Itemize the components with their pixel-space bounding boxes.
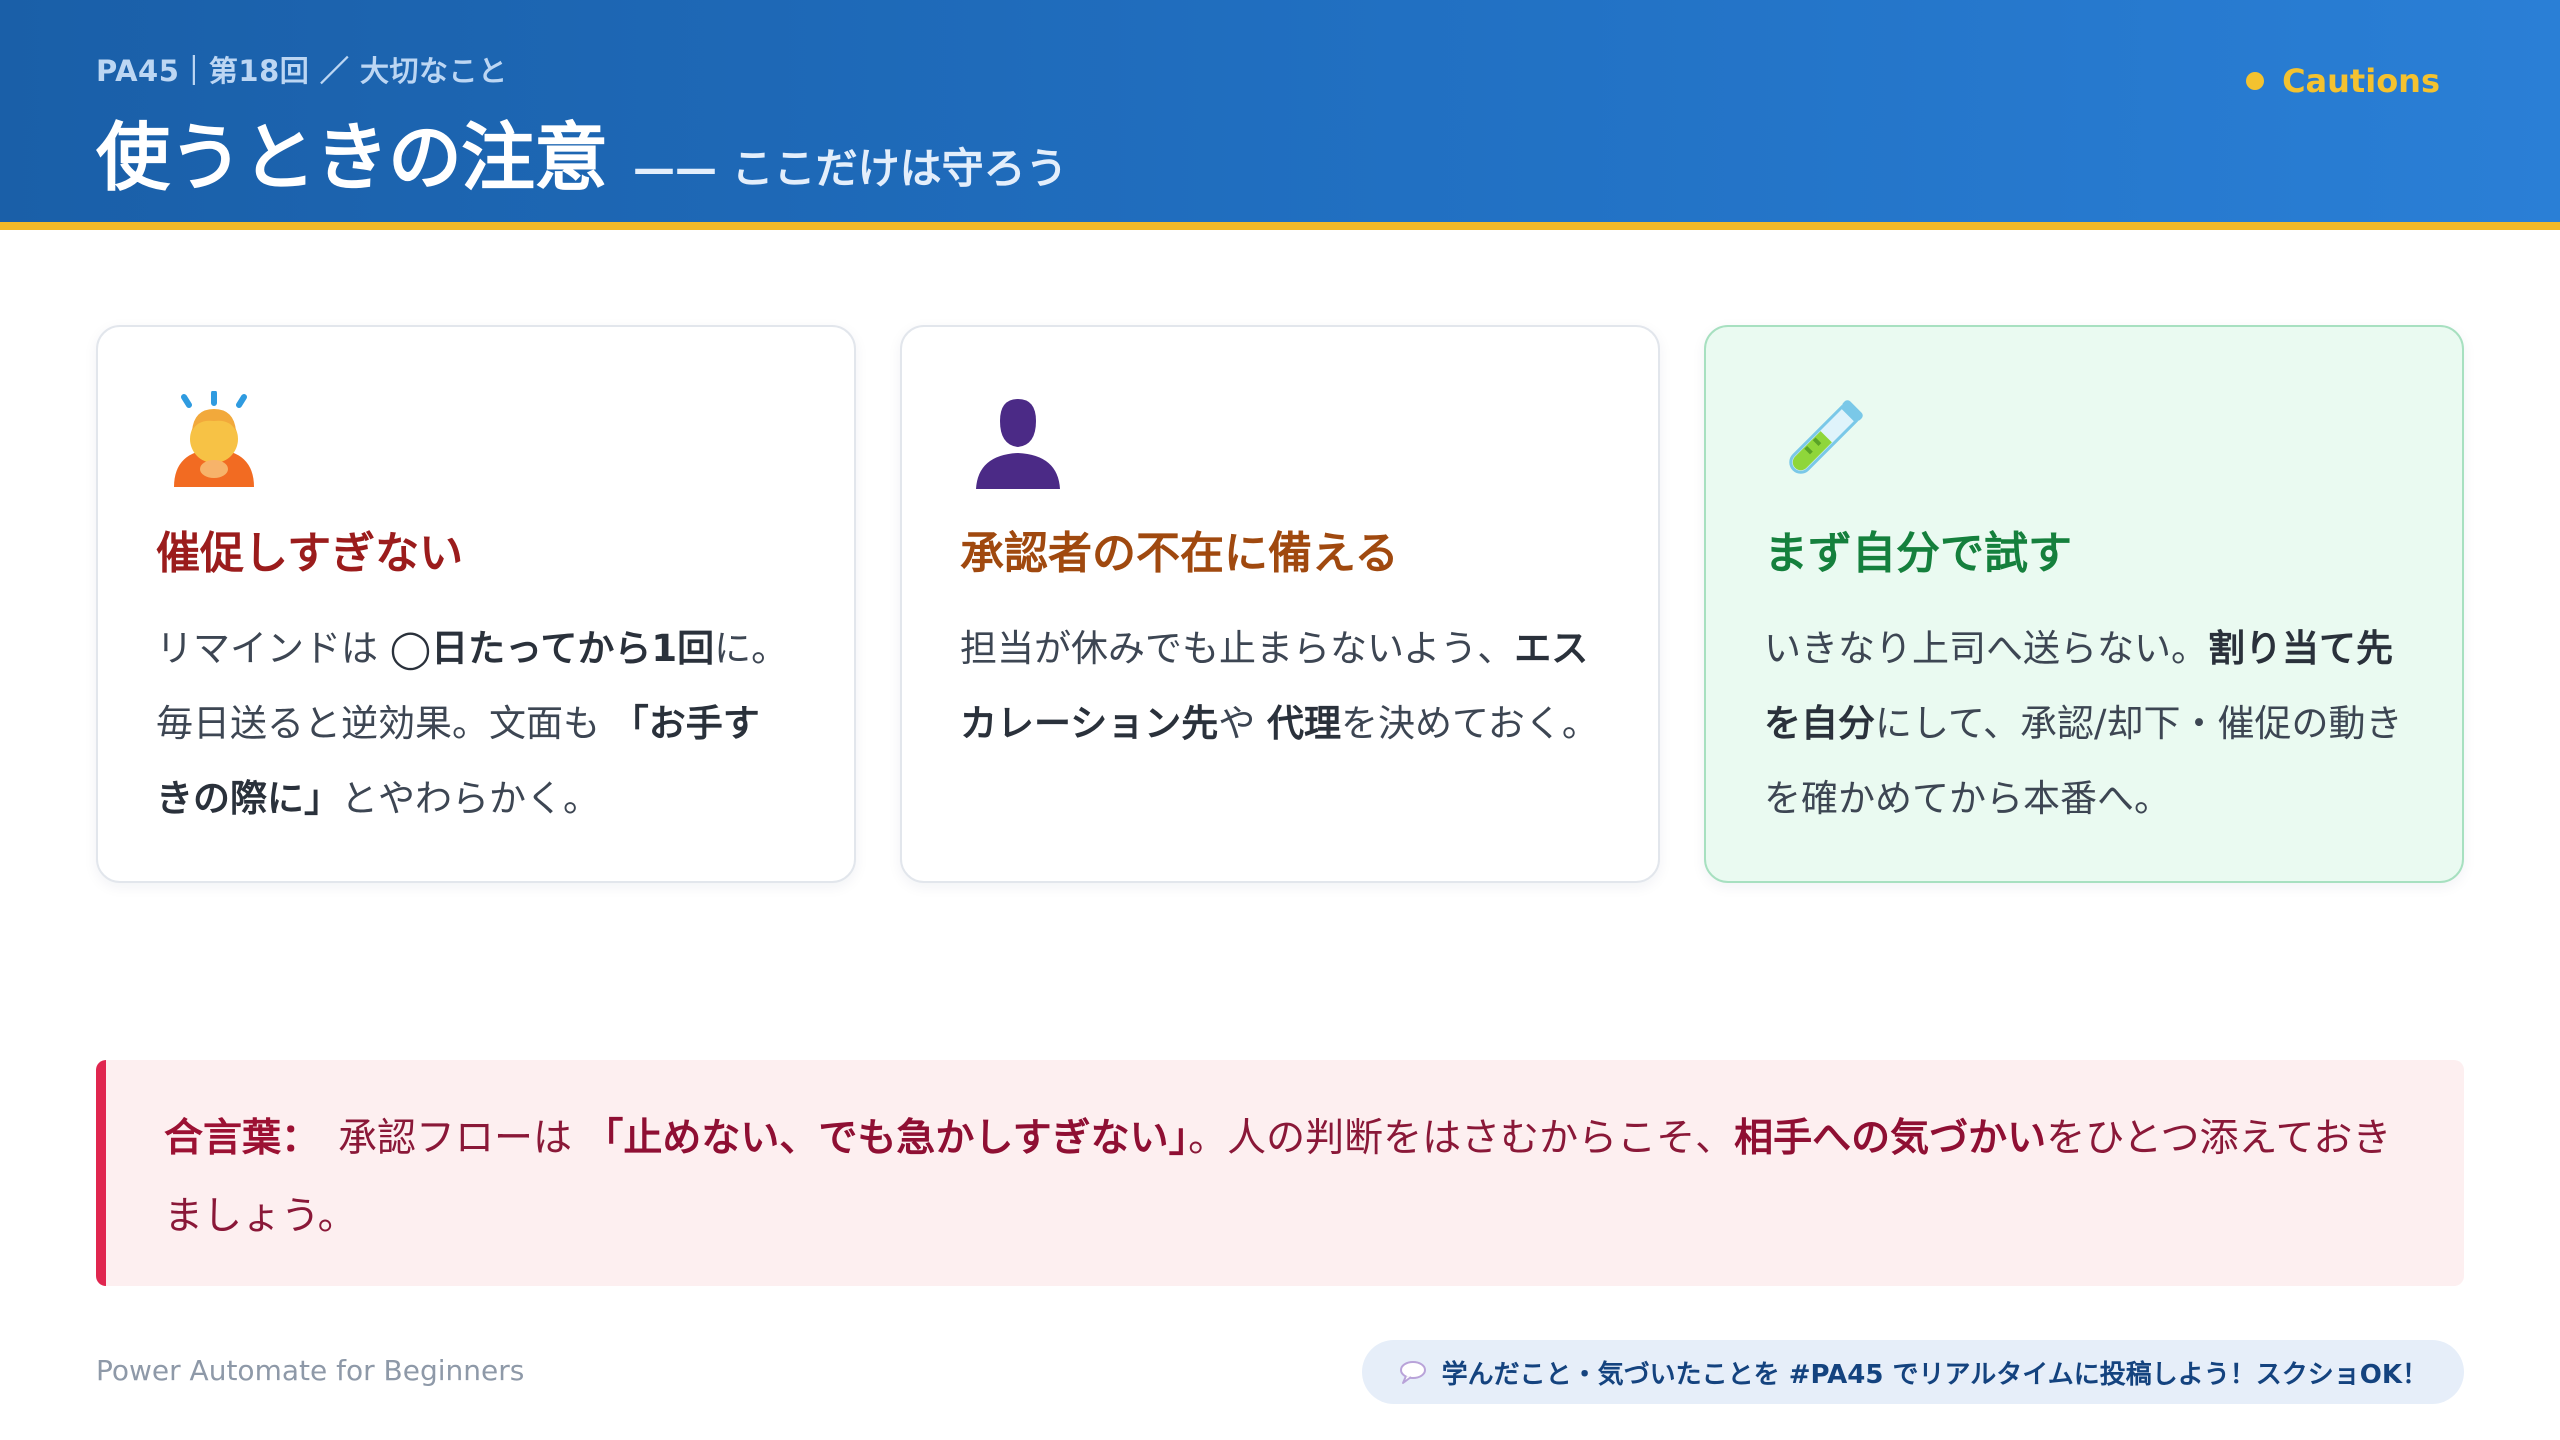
card-title: 承認者の不在に備える [960,528,1399,579]
card-title: 催促しすぎない [156,528,464,579]
motto-text: 。人の判断をはさむからこそ、 [1188,1116,1735,1161]
body-emphasis: ◯日たってから1回 [389,627,715,670]
hashtag-pill: 学んだこと・気づいたことを #PA45 でリアルタイムに投稿しよう！スクショOK… [1361,1340,2464,1404]
page-title: 使うときの注意 [96,115,608,201]
header-banner: PA45｜第18回 ／ 大切なこと 使うときの注意 —— ここだけは守ろう Ca… [0,0,2560,230]
caution-cards: 催促しすぎない リマインドは ◯日たってから1回に。毎日送ると逆効果。文面も 「… [96,325,2464,883]
body-text: とやわらかく。 [341,777,600,820]
page-subtitle: —— ここだけは守ろう [633,144,1068,193]
body-text: リマインドは [156,627,390,670]
footer-course-name: Power Automate for Beginners [96,1354,525,1387]
bowing-person-icon [164,390,264,491]
title-row: 使うときの注意 —— ここだけは守ろう [96,98,1068,205]
section-tag: Cautions [2246,62,2440,100]
body-text: いきなり上司へ送らない。 [1764,627,2208,670]
body-emphasis: 代理 [1267,702,1342,745]
card-body: いきなり上司へ送らない。割り当て先を自分にして、承認/却下・催促の動きを確かめて… [1764,611,2404,836]
person-silhouette-icon [968,391,1068,491]
test-tube-icon [1772,391,1872,491]
card-approver-absence: 承認者の不在に備える 担当が休みでも止まらないよう、エスカレーション先や 代理を… [900,325,1660,883]
card-test-yourself: まず自分で試す いきなり上司へ送らない。割り当て先を自分にして、承認/却下・催促… [1704,325,2464,883]
body-text: や [1218,702,1268,745]
motto-text: 承認フローは [338,1116,585,1161]
body-text: を決めておく。 [1341,702,1599,745]
motto-emphasis: 相手への気づかい [1734,1116,2047,1161]
motto-callout: 合言葉： 承認フローは 「止めない、でも急かしすぎない」。人の判断をはさむからこそ… [96,1060,2464,1286]
motto-emphasis: 「止めない、でも急かしすぎない」 [584,1116,1189,1161]
hashtag-pill-text: 学んだこと・気づいたことを #PA45 でリアルタイムに投稿しよう！スクショOK… [1441,1359,2428,1390]
card-body: 担当が休みでも止まらないよう、エスカレーション先や 代理を決めておく。 [960,611,1600,761]
card-no-over-reminding: 催促しすぎない リマインドは ◯日たってから1回に。毎日送ると逆効果。文面も 「… [96,325,856,883]
motto-label: 合言葉： [164,1116,321,1161]
dot-icon [2246,72,2265,90]
breadcrumb: PA45｜第18回 ／ 大切なこと [96,54,508,88]
card-body: リマインドは ◯日たってから1回に。毎日送ると逆効果。文面も 「お手すきの際に」… [156,611,796,836]
speech-bubble-icon [1398,1359,1428,1385]
body-text: 担当が休みでも止まらないよう、 [960,627,1515,670]
card-title: まず自分で試す [1764,528,2072,579]
section-tag-label: Cautions [2282,62,2440,100]
